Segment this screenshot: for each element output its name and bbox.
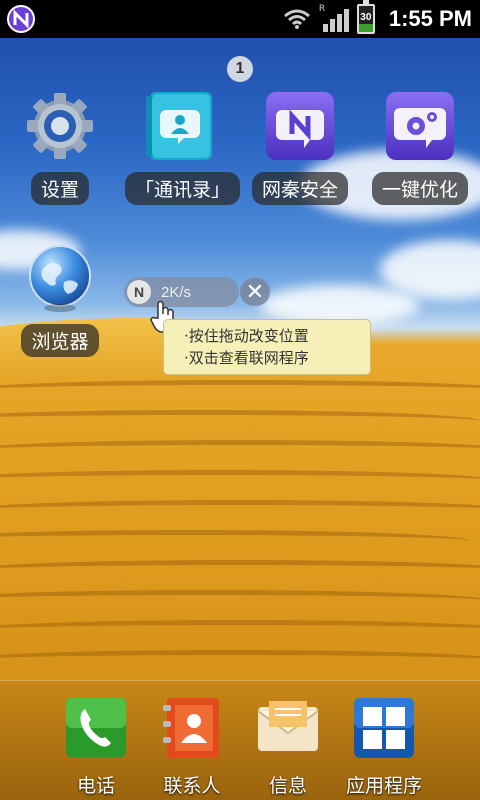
app-label: 网秦安全 [251,172,348,205]
app-label: 「通讯录」 [125,172,241,205]
app-label: 浏览器 [21,324,99,357]
messages-icon [257,701,319,751]
dock-apps[interactable]: 应用程序 [336,697,432,798]
close-widget-button[interactable]: ✕ [240,278,270,306]
roaming-indicator: R [318,4,326,14]
app-browser[interactable]: 浏览器 [5,242,115,357]
app-settings[interactable]: 设置 [5,90,115,205]
signal-icon: R [318,4,349,32]
one-click-optimize-icon [386,92,454,160]
dock-phone[interactable]: 电话 [48,697,144,798]
tooltip-line: ·按住拖动改变位置 [184,327,309,345]
battery-percent: 30 [360,12,372,23]
settings-gear-icon [27,93,93,159]
status-time: 1:55 PM [388,6,472,31]
dock-label: 应用程序 [345,775,422,797]
app-label: 设置 [30,172,89,205]
dock: 电话 联系人 信息 应用程序 [0,680,480,800]
network-speed-text: 2K/s [161,283,192,301]
dock-contacts[interactable]: 联系人 [144,697,240,798]
dock-label: 联系人 [163,775,221,797]
widget-tooltip: ·按住拖动改变位置 ·双击查看联网程序 [163,319,371,375]
app-address-book[interactable]: 「通讯录」 [125,90,241,205]
contacts-icon [163,698,219,758]
dock-messages[interactable]: 信息 [240,697,336,798]
page-indicator: 1 [227,56,253,82]
phone-icon [66,698,126,758]
apps-grid-icon [354,698,414,758]
dock-label: 电话 [76,775,115,797]
network-speed-widget[interactable]: N 2K/s [124,277,239,307]
address-book-icon [146,92,212,160]
battery-level-fill [358,24,373,32]
app-netqin-security[interactable]: 网秦安全 [245,90,355,205]
status-bar: R 30 1:55 PM [0,0,480,38]
battery-icon: 30 [356,0,375,34]
tooltip-line: ·双击查看联网程序 [184,349,309,367]
app-one-click-optimize[interactable]: 一键优化 [365,90,475,205]
netqin-security-icon [266,92,334,160]
browser-globe-icon [29,245,91,312]
netqin-logo-icon: N [127,280,151,304]
app-label: 一键优化 [371,172,468,205]
dock-label: 信息 [268,775,307,797]
netqin-notification-icon[interactable] [6,4,36,34]
wifi-icon [283,9,310,29]
